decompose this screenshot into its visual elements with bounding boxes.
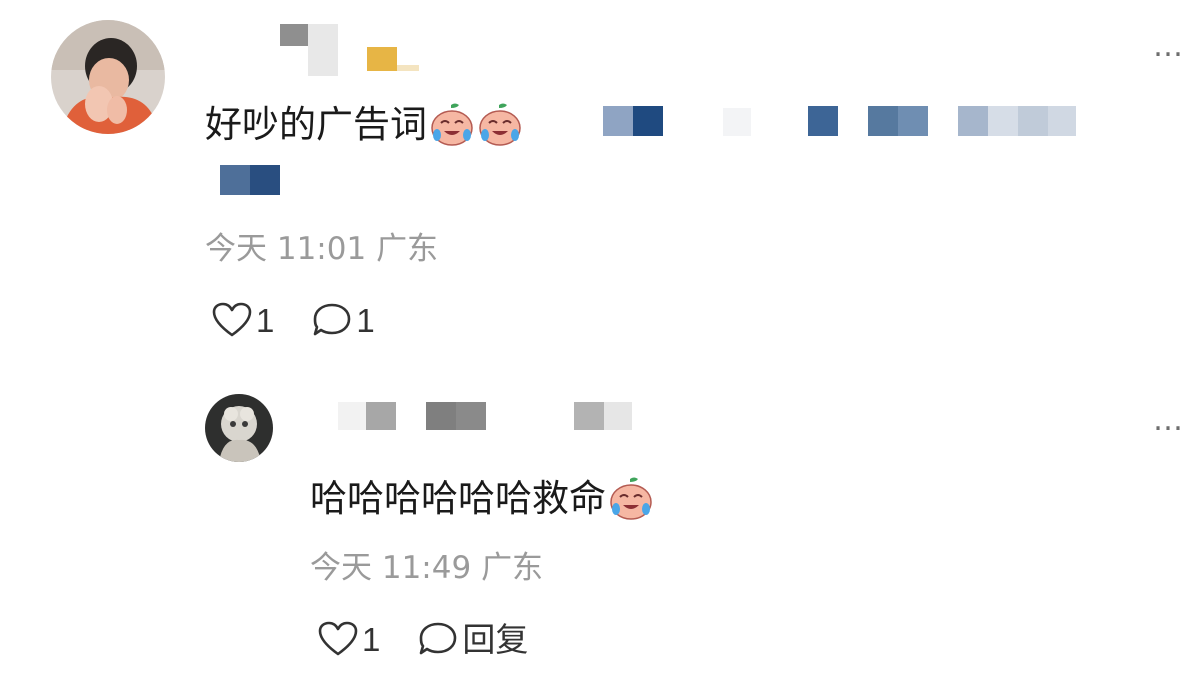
reply-location: 广东 <box>481 550 544 586</box>
speech-bubble-icon <box>314 303 351 336</box>
username-redacted <box>280 24 342 76</box>
reply-label: 回复 <box>462 619 529 659</box>
reply-like-button[interactable]: 1 <box>318 621 380 657</box>
reply-button[interactable]: 回复 <box>418 621 528 657</box>
reply-timestamp: 今天 11:49 <box>310 550 472 586</box>
crying-face-emoji-icon <box>429 101 475 147</box>
more-options-icon[interactable]: … <box>1153 32 1184 62</box>
reply-username-redacted <box>338 400 638 432</box>
crying-face-emoji-icon <box>477 101 523 147</box>
location: 广东 <box>376 231 439 267</box>
reply-more-options-icon[interactable]: … <box>1153 406 1184 436</box>
reply-like-count: 1 <box>362 620 381 658</box>
redacted-text <box>220 165 282 197</box>
heart-outline-icon <box>318 621 358 656</box>
comment-text: 好吵的广告词 <box>205 101 523 147</box>
comment-meta: 今天 11:01 广东 <box>205 234 438 265</box>
reply-count-button[interactable]: 1 <box>312 301 375 339</box>
comment-thread: … 好吵的广告词 今天 11:01 广东 1 1 … 哈哈哈哈哈哈救命 今天 1… <box>0 0 1200 675</box>
reply-count: 1 <box>356 301 375 339</box>
reply-text: 哈哈哈哈哈哈救命 <box>310 475 654 521</box>
reply-text-content: 哈哈哈哈哈哈救命 <box>310 476 606 520</box>
like-button[interactable]: 1 <box>212 302 274 338</box>
avatar[interactable] <box>51 20 165 134</box>
timestamp: 今天 11:01 <box>205 231 367 267</box>
badge-redacted <box>367 47 422 73</box>
comment-actions: 1 1 <box>212 302 413 338</box>
comment-text-content: 好吵的广告词 <box>205 102 427 146</box>
like-count: 1 <box>256 301 275 339</box>
crying-face-emoji-icon <box>608 475 654 521</box>
speech-bubble-icon <box>420 622 457 655</box>
reply-actions: 1 回复 <box>318 621 566 657</box>
reply-meta: 今天 11:49 广东 <box>310 553 543 584</box>
reply-avatar[interactable] <box>205 394 273 462</box>
heart-outline-icon <box>212 302 252 337</box>
redacted-text <box>603 106 1083 138</box>
